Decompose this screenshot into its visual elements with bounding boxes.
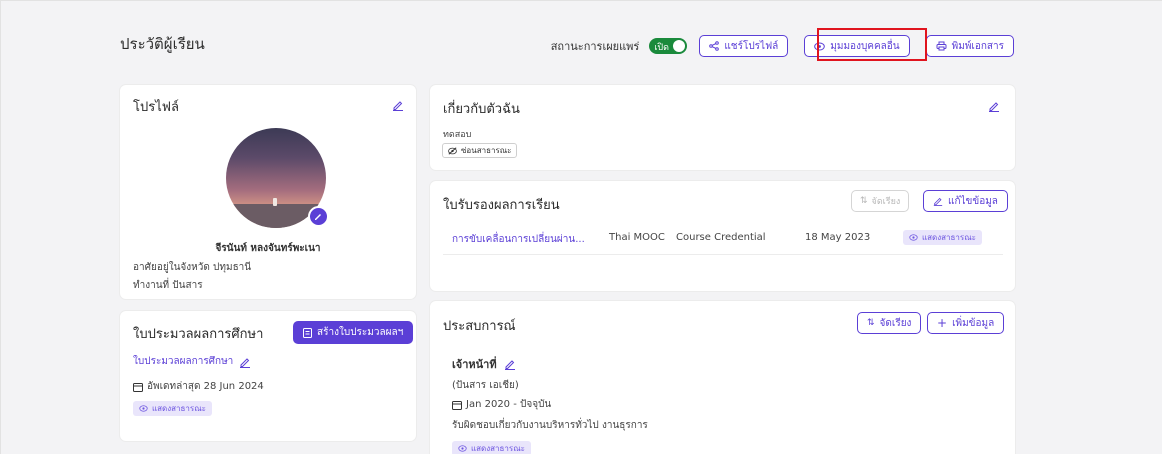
print-document-button[interactable]: พิมพ์เอกสาร [925,35,1014,57]
header-actions: สถานะการเผยแพร่ เปิด แชร์โปรไฟล์ มุมมองบ… [551,35,1014,57]
avatar-edit-button[interactable] [308,206,329,227]
pencil-icon [315,214,321,220]
sort-experience-label: จัดเรียง [879,317,912,329]
sort-icon: ⇅ [860,196,868,206]
share-icon [709,41,720,51]
edit-credentials-label: แก้ไขข้อมูล [948,195,998,207]
edit-credentials-button[interactable]: แก้ไขข้อมูล [923,190,1008,212]
credentials-row[interactable]: การขับเคลื่อนการเปลี่ยนผ่าน... Thai MOOC… [443,227,1003,255]
credentials-title: ใบรับรองผลการเรียน [443,198,560,213]
public-toggle[interactable]: เปิด [649,38,688,54]
calendar-icon [452,400,462,410]
experience-title: ประสบการณ์ [443,319,516,334]
share-label: แชร์โปรไฟล์ [724,40,779,52]
edit-transcript-icon[interactable] [239,356,251,368]
credential-provider: Thai MOOC [609,232,665,243]
experience-period: Jan 2020 - ปัจจุบัน [466,399,552,410]
profile-title: โปรไฟล์ [133,100,179,115]
pencil-icon [933,197,943,206]
plus-icon: + [937,316,948,330]
transcript-card: ใบประมวลผลการศึกษา สร้างใบประมวลผลฯ ใบปร… [120,311,416,441]
experience-period-row: Jan 2020 - ปัจจุบัน [452,397,551,412]
about-card: เกี่ยวกับตัวฉัน ทดสอบ ซ่อนสาธารณะ [430,85,1015,170]
page: ประวัติผู้เรียน สถานะการเผยแพร่ เปิด แชร… [0,0,1162,454]
experience-company: (ปันสาร เอเชีย) [452,380,519,391]
eye-icon [139,405,148,412]
credential-date: 18 May 2023 [805,232,871,243]
profile-card: โปรไฟล์ จีรนันท์ หลงจันทร์พะเนา อาศัยอยู… [120,85,416,299]
eye-icon [458,445,467,452]
experience-visibility-tag: แสดงสาธารณะ [452,441,531,454]
page-title: ประวัติผู้เรียน [120,35,205,53]
credential-type: Course Credential [676,232,766,243]
calendar-icon [133,382,143,392]
edit-profile-icon[interactable] [392,99,404,111]
edit-about-icon[interactable] [988,100,1000,112]
transcript-updated-row: อัพเดทล่าสุด 28 Jun 2024 [133,379,264,394]
about-hidden-tag: ซ่อนสาธารณะ [442,143,518,158]
profile-works-at: ทำงานที่ ปันสาร [133,280,203,291]
credentials-card: ใบรับรองผลการเรียน ⇅ จัดเรียง แก้ไขข้อมู… [430,181,1015,291]
profile-name: จีรนันท์ หลงจันทร์พะเนา [215,243,321,254]
print-label: พิมพ์เอกสาร [951,40,1004,52]
eye-off-icon [448,146,457,155]
transcript-public-label: แสดงสาธารณะ [152,404,206,413]
transcript-link[interactable]: ใบประมวลผลการศึกษา [133,354,233,369]
add-experience-button[interactable]: + เพิ่มข้อมูล [927,312,1005,334]
experience-position: เจ้าหน้าที่ [452,358,497,371]
transcript-updated: อัพเดทล่าสุด 28 Jun 2024 [147,381,264,392]
credential-visibility-label: แสดงสาธารณะ [922,233,976,242]
share-profile-button[interactable]: แชร์โปรไฟล์ [699,35,789,57]
toggle-text: เปิด [654,43,669,53]
experience-description: รับผิดชอบเกี่ยวกับงานบริหารทั่วไป งานธุร… [452,420,648,431]
printer-icon [936,41,947,51]
transcript-public-tag: แสดงสาธารณะ [133,401,212,416]
create-transcript-button[interactable]: สร้างใบประมวลผลฯ [293,321,414,344]
document-icon [303,327,312,338]
edit-experience-icon[interactable] [504,358,516,370]
about-hidden-label: ซ่อนสาธารณะ [461,146,512,155]
about-text: ทดสอบ [443,130,472,140]
sort-experience-button[interactable]: ⇅ จัดเรียง [857,312,922,334]
public-status-label: สถานะการเผยแพร่ [550,40,640,53]
eye-icon [909,234,918,241]
transcript-title: ใบประมวลผลการศึกษา [133,327,264,342]
create-transcript-label: สร้างใบประมวลผลฯ [317,327,404,338]
sort-credentials-label: จัดเรียง [871,197,901,207]
experience-visibility-label: แสดงสาธารณะ [471,444,525,453]
sort-icon: ⇅ [867,318,875,328]
profile-lives-in: อาศัยอยู่ในจังหวัด ปทุมธานี [133,262,252,273]
toggle-knob [673,40,686,52]
sort-credentials-button[interactable]: ⇅ จัดเรียง [851,190,910,212]
credential-visibility-tag: แสดงสาธารณะ [903,230,982,245]
experience-card: ประสบการณ์ ⇅ จัดเรียง + เพิ่มข้อมูล เจ้า… [430,301,1015,454]
experience-item-header: เจ้าหน้าที่ [452,355,516,373]
highlight-frame [817,28,927,61]
transcript-item: ใบประมวลผลการศึกษา [133,354,251,369]
credential-course[interactable]: การขับเคลื่อนการเปลี่ยนผ่าน... [452,232,585,247]
add-experience-label: เพิ่มข้อมูล [952,317,995,329]
about-title: เกี่ยวกับตัวฉัน [443,102,520,117]
